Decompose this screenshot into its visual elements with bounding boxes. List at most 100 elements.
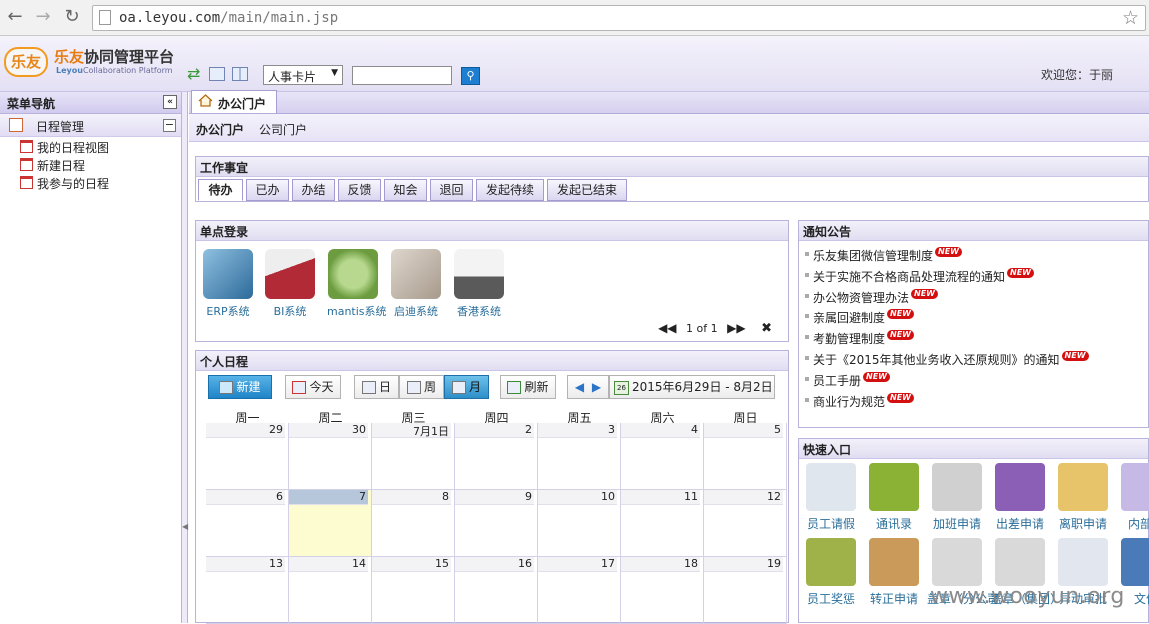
day-cell[interactable]: 4: [621, 423, 704, 490]
next-arrow-icon[interactable]: ▶: [592, 380, 601, 394]
day-cell[interactable]: 10: [538, 490, 621, 557]
new-badge: NEW: [1061, 351, 1089, 361]
calendar-icon: [20, 140, 33, 153]
sso-bi[interactable]: BI系统: [264, 249, 316, 319]
day-cell[interactable]: 7: [289, 490, 372, 557]
work-panel-title: 工作事宜: [196, 157, 1148, 177]
tab-todo[interactable]: 待办: [198, 179, 243, 201]
url-host: oa.leyou.com: [119, 10, 221, 26]
layout-single-icon[interactable]: [209, 67, 225, 81]
date-range: 26 2015年6月29日 - 8月2日: [609, 375, 775, 399]
notice-item-label: 关于《2015年其他业务收入还原规则》的通知: [813, 353, 1060, 367]
day-view-button[interactable]: 日: [354, 375, 399, 399]
notice-panel: 通知公告 乐友集团微信管理制度 NEW 关于实施不合格商品处理流程的通知 NEW 办公物…: [798, 220, 1149, 428]
search-icon: ⚲: [466, 69, 475, 82]
quick-entry-icon: [869, 463, 919, 511]
day-cell[interactable]: 9: [455, 490, 538, 557]
sso-mantis[interactable]: mantis系统: [327, 249, 387, 319]
prev-arrow-icon[interactable]: ◀: [575, 380, 584, 394]
card-select[interactable]: 人事卡片 ▼: [263, 65, 343, 85]
bookmark-star-icon[interactable]: ☆: [1122, 7, 1139, 29]
day-cell[interactable]: 29: [206, 423, 289, 490]
back-arrow-icon[interactable]: ←: [4, 6, 26, 28]
tab-finished[interactable]: 办结: [292, 179, 335, 201]
reload-icon[interactable]: ↻: [61, 6, 83, 28]
day-cell[interactable]: 11: [621, 490, 704, 557]
logo: 乐友: [4, 47, 48, 77]
sidebar-splitter[interactable]: ◀: [182, 92, 188, 623]
day-cell[interactable]: 14: [289, 557, 372, 624]
refresh-icon: [507, 381, 522, 394]
layout-split-icon[interactable]: [232, 67, 248, 81]
search-button[interactable]: ⚲: [461, 67, 480, 85]
brand-title: 乐友协同管理平台: [54, 48, 175, 66]
quick-entry-icon: [806, 538, 856, 586]
refresh-calendar-button[interactable]: 刷新: [500, 375, 556, 399]
day-cell[interactable]: 19: [704, 557, 787, 624]
day-cell[interactable]: 12: [704, 490, 787, 557]
quick-entry[interactable]: 内部管: [1116, 463, 1149, 532]
subnav-company-portal[interactable]: 公司门户: [259, 121, 307, 138]
tab-initiated-ended[interactable]: 发起已结束: [547, 179, 627, 201]
quick-entry[interactable]: 员工奖惩: [801, 538, 861, 607]
day-number: 18: [621, 557, 700, 572]
day-cell[interactable]: 8: [372, 490, 455, 557]
collapse-minus-icon[interactable]: −: [163, 119, 176, 132]
quick-entry[interactable]: 转正申请: [864, 538, 924, 607]
tab-done[interactable]: 已办: [246, 179, 289, 201]
day-cell[interactable]: 3: [538, 423, 621, 490]
day-cell[interactable]: 7月1日: [372, 423, 455, 490]
day-number: 17: [538, 557, 617, 572]
tab-returned[interactable]: 退回: [430, 179, 473, 201]
quick-entry-label: 通讯录: [875, 517, 912, 531]
watermark: www.wooyun.org: [930, 584, 1125, 609]
month-view-button[interactable]: 月: [444, 375, 489, 399]
subnav-office-portal[interactable]: 办公门户: [196, 121, 244, 138]
sso-hongkong[interactable]: 香港系统: [453, 249, 505, 319]
quick-entry[interactable]: 离职申请: [1053, 463, 1113, 532]
tab-office-portal[interactable]: 办公门户: [191, 90, 277, 113]
day-cell[interactable]: 5: [704, 423, 787, 490]
tab-notify[interactable]: 知会: [384, 179, 427, 201]
next-page-icon[interactable]: ▶▶: [727, 321, 745, 335]
day-cell[interactable]: 6: [206, 490, 289, 557]
quick-entry[interactable]: 员工请假: [801, 463, 861, 532]
new-schedule-button[interactable]: 新建: [208, 375, 272, 399]
sidebar-group-schedule[interactable]: 日程管理 −: [0, 114, 181, 137]
collapse-double-left-icon[interactable]: «: [163, 95, 177, 109]
day-cell[interactable]: 2: [455, 423, 538, 490]
sso-erp[interactable]: ERP系统: [202, 249, 254, 319]
new-badge: NEW: [1007, 267, 1034, 278]
prev-page-icon[interactable]: ◀◀: [658, 321, 676, 335]
quick-entry[interactable]: 通讯录: [864, 463, 924, 532]
refresh-icon[interactable]: ⇄: [187, 65, 205, 83]
settings-tools-icon[interactable]: ✖: [761, 321, 772, 336]
day-number: 29: [206, 423, 285, 438]
day-cell[interactable]: 16: [455, 557, 538, 624]
tab-bar: 办公门户: [189, 90, 1149, 114]
new-badge: NEW: [887, 392, 914, 403]
quick-entry[interactable]: 加班申请: [927, 463, 987, 532]
day-cell[interactable]: 30: [289, 423, 372, 490]
today-button[interactable]: 今天: [285, 375, 341, 399]
notice-item-label: 亲属回避制度: [813, 311, 886, 326]
tab-feedback[interactable]: 反馈: [338, 179, 381, 201]
quick-entry-label: 加班申请: [932, 517, 981, 531]
search-input[interactable]: [352, 66, 452, 85]
tab-initiated-pending[interactable]: 发起待续: [476, 179, 544, 201]
sso-qidi[interactable]: 启迪系统: [390, 249, 442, 319]
day-cell[interactable]: 18: [621, 557, 704, 624]
day-number: 12: [704, 490, 783, 505]
day-cell[interactable]: 15: [372, 557, 455, 624]
quick-entry-label: 员工请假: [806, 517, 855, 531]
quick-entry[interactable]: 出差申请: [990, 463, 1050, 532]
quick-entry-icon: [1121, 463, 1149, 511]
forward-arrow-icon[interactable]: →: [32, 6, 54, 28]
bullet-icon: [805, 397, 809, 402]
day-cell[interactable]: 17: [538, 557, 621, 624]
address-bar[interactable]: oa.leyou.com/main/main.jsp ☆: [92, 5, 1146, 31]
week-view-button[interactable]: 周: [399, 375, 444, 399]
quick-entry-label: 内部管: [1127, 517, 1149, 531]
day-cell[interactable]: 13: [206, 557, 289, 624]
bullet-icon: [805, 376, 809, 381]
